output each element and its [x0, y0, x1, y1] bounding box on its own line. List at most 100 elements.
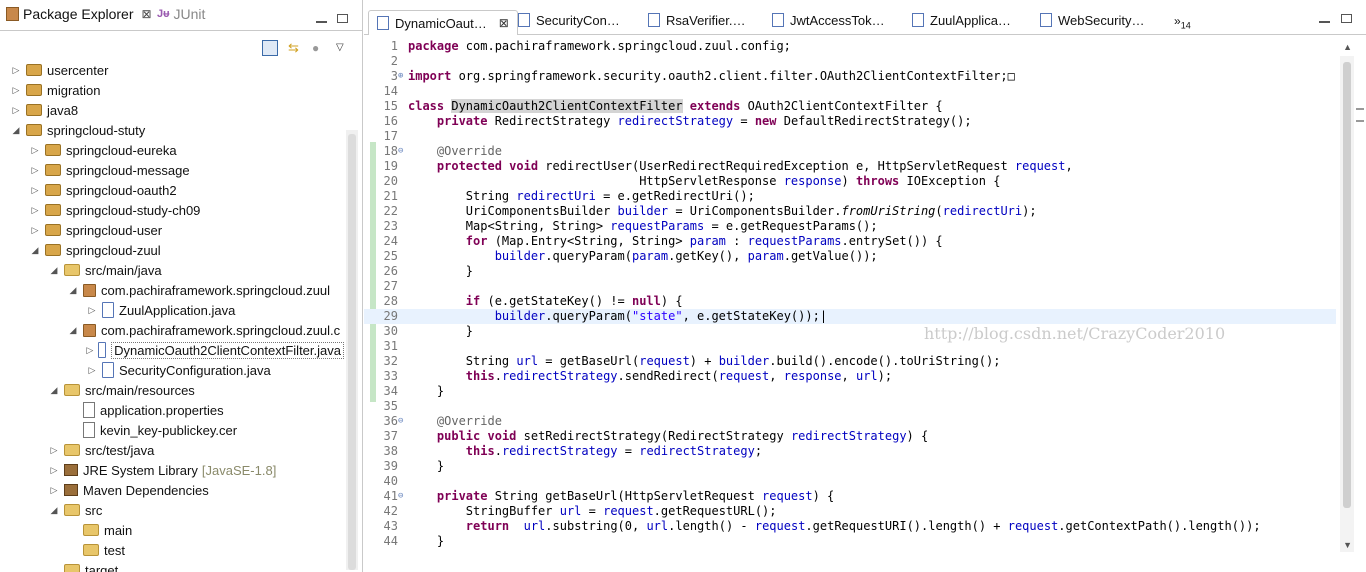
- code-line[interactable]: 28 if (e.getStateKey() != null) {: [364, 294, 1336, 309]
- explorer-scrollbar[interactable]: [346, 130, 358, 570]
- tree-item[interactable]: ◢ com.pachiraframework.springcloud.zuul: [0, 280, 344, 300]
- code-line[interactable]: 42 StringBuffer url = request.getRequest…: [364, 504, 1336, 519]
- overview-ruler-mark[interactable]: [1356, 120, 1364, 122]
- tree-item[interactable]: ▷ Maven Dependencies: [0, 480, 344, 500]
- collapsed-chevron-icon[interactable]: ▷: [29, 185, 41, 196]
- code-line[interactable]: 17: [364, 129, 1336, 144]
- fold-toggle-icon[interactable]: ⊖: [398, 414, 403, 429]
- editor-tab[interactable]: ZuulApplica…: [904, 8, 1019, 32]
- view-menu-chevron-down-icon[interactable]: ▽: [336, 41, 350, 55]
- collapsed-chevron-icon[interactable]: ▷: [10, 105, 22, 116]
- code-line[interactable]: 40: [364, 474, 1336, 489]
- tab-package-explorer[interactable]: Package Explorer ⊠: [6, 6, 152, 22]
- code-line[interactable]: 26 }: [364, 264, 1336, 279]
- tree-item[interactable]: ◢ com.pachiraframework.springcloud.zuul.c: [0, 320, 344, 340]
- fold-toggle-icon[interactable]: ⊖: [398, 489, 403, 504]
- code-line[interactable]: 16 private RedirectStrategy redirectStra…: [364, 114, 1336, 129]
- editor-tab-overflow[interactable]: »14: [1174, 14, 1191, 30]
- code-line[interactable]: 41 ⊖ private String getBaseUrl(HttpServle…: [364, 489, 1336, 504]
- code-line[interactable]: 23 Map<String, String> requestParams = e…: [364, 219, 1336, 234]
- editor-scrollbar-thumb[interactable]: [1343, 62, 1351, 508]
- close-icon[interactable]: ⊠: [142, 7, 152, 21]
- explorer-scrollbar-thumb[interactable]: [348, 134, 356, 570]
- filter-icon[interactable]: ●: [312, 41, 326, 55]
- code-line[interactable]: 27: [364, 279, 1336, 294]
- tree-item[interactable]: ▷ migration: [0, 80, 344, 100]
- editor-tab[interactable]: SecurityCon…: [510, 8, 628, 32]
- code-line[interactable]: 44 }: [364, 534, 1336, 549]
- tree-item[interactable]: ▷ SecurityConfiguration.java: [0, 360, 344, 380]
- close-icon[interactable]: ⊠: [499, 16, 509, 30]
- fold-toggle-icon[interactable]: ⊖: [398, 144, 403, 159]
- tree-item[interactable]: application.properties: [0, 400, 344, 420]
- code-line[interactable]: 33 this.redirectStrategy.sendRedirect(re…: [364, 369, 1336, 384]
- collapse-all-icon[interactable]: [262, 40, 278, 56]
- collapsed-chevron-icon[interactable]: ▷: [86, 365, 98, 376]
- minimize-editor-button[interactable]: [1319, 20, 1330, 23]
- collapsed-chevron-icon[interactable]: ▷: [86, 345, 94, 356]
- overview-ruler-mark[interactable]: [1356, 108, 1364, 110]
- expanded-chevron-icon[interactable]: ◢: [10, 125, 22, 136]
- expanded-chevron-icon[interactable]: ◢: [48, 265, 60, 276]
- code-line[interactable]: 3 ⊕ import org.springframework.security.oa…: [364, 69, 1336, 84]
- collapsed-chevron-icon[interactable]: ▷: [29, 145, 41, 156]
- tree-item[interactable]: ◢ src: [0, 500, 344, 520]
- code-line[interactable]: 37 public void setRedirectStrategy(Redir…: [364, 429, 1336, 444]
- collapsed-chevron-icon[interactable]: ▷: [29, 165, 41, 176]
- collapsed-chevron-icon[interactable]: ▷: [48, 485, 60, 496]
- tree-item[interactable]: ▷ java8: [0, 100, 344, 120]
- tree-item[interactable]: ▷ springcloud-eureka: [0, 140, 344, 160]
- collapsed-chevron-icon[interactable]: ▷: [10, 65, 22, 76]
- collapsed-chevron-icon[interactable]: ▷: [29, 205, 41, 216]
- code-line[interactable]: 34 }: [364, 384, 1336, 399]
- collapsed-chevron-icon[interactable]: ▷: [29, 225, 41, 236]
- scroll-down-icon[interactable]: ▼: [1343, 540, 1352, 550]
- tree-item[interactable]: test: [0, 540, 344, 560]
- editor-tab[interactable]: JwtAccessTok…: [764, 8, 893, 32]
- tree-item[interactable]: ▷ ZuulApplication.java: [0, 300, 344, 320]
- tree-item[interactable]: ▷ springcloud-oauth2: [0, 180, 344, 200]
- editor-tab[interactable]: RsaVerifier.…: [640, 8, 753, 32]
- tree-item[interactable]: ▷ springcloud-message: [0, 160, 344, 180]
- link-with-editor-icon[interactable]: ⇆: [288, 41, 302, 55]
- tree-item[interactable]: ◢ springcloud-stuty: [0, 120, 344, 140]
- code-line[interactable]: 22 UriComponentsBuilder builder = UriCom…: [364, 204, 1336, 219]
- collapsed-chevron-icon[interactable]: ▷: [86, 305, 98, 316]
- tree-item[interactable]: ◢ src/main/resources: [0, 380, 344, 400]
- tree-item[interactable]: ◢ src/main/java: [0, 260, 344, 280]
- tree-item[interactable]: ▷ springcloud-study-ch09: [0, 200, 344, 220]
- code-area[interactable]: http://blog.csdn.net/CrazyCoder2010 1 pac…: [364, 36, 1366, 572]
- code-line[interactable]: 18 ⊖ @Override: [364, 144, 1336, 159]
- code-line[interactable]: 15 class DynamicOauth2ClientContextFilter…: [364, 99, 1336, 114]
- code-line[interactable]: 21 String redirectUri = e.getRedirectUri…: [364, 189, 1336, 204]
- code-line[interactable]: 20 HttpServletResponse response) throws …: [364, 174, 1336, 189]
- minimize-view-button[interactable]: [316, 20, 327, 23]
- code-line[interactable]: 36 ⊖ @Override: [364, 414, 1336, 429]
- tree-item[interactable]: ▷ DynamicOauth2ClientContextFilter.java: [0, 340, 344, 360]
- tree-item[interactable]: kevin_key-publickey.cer: [0, 420, 344, 440]
- collapsed-chevron-icon[interactable]: ▷: [10, 85, 22, 96]
- collapsed-chevron-icon[interactable]: ▷: [48, 445, 60, 456]
- code-line[interactable]: 32 String url = getBaseUrl(request) + bu…: [364, 354, 1336, 369]
- expanded-chevron-icon[interactable]: ◢: [67, 285, 79, 296]
- expanded-chevron-icon[interactable]: ◢: [48, 505, 60, 516]
- tree-item[interactable]: ▷ springcloud-user: [0, 220, 344, 240]
- fold-toggle-icon[interactable]: ⊕: [398, 69, 403, 84]
- scroll-up-icon[interactable]: ▲: [1343, 42, 1352, 52]
- maximize-view-button[interactable]: [337, 14, 348, 23]
- tree-item[interactable]: ▷ usercenter: [0, 60, 344, 80]
- code-line[interactable]: 38 this.redirectStrategy = redirectStrat…: [364, 444, 1336, 459]
- editor-tab[interactable]: WebSecurity…: [1032, 8, 1152, 32]
- editor-tab[interactable]: DynamicOaut… ⊠: [368, 10, 518, 35]
- tree-item[interactable]: main: [0, 520, 344, 540]
- tree-item[interactable]: ◢ springcloud-zuul: [0, 240, 344, 260]
- maximize-editor-button[interactable]: [1341, 14, 1352, 23]
- code-line[interactable]: 35: [364, 399, 1336, 414]
- expanded-chevron-icon[interactable]: ◢: [67, 325, 79, 336]
- tab-junit[interactable]: Jᵾ JUnit: [157, 6, 205, 22]
- code-line[interactable]: 1 package com.pachiraframework.springclou…: [364, 39, 1336, 54]
- code-line[interactable]: 39 }: [364, 459, 1336, 474]
- code-line[interactable]: 30 }: [364, 324, 1336, 339]
- expanded-chevron-icon[interactable]: ◢: [29, 245, 41, 256]
- code-line[interactable]: 14: [364, 84, 1336, 99]
